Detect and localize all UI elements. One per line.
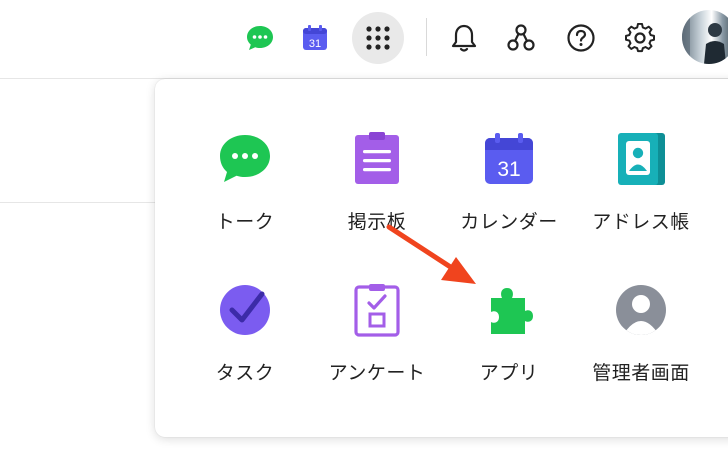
task-icon xyxy=(217,282,273,338)
app-label-board: 掲示板 xyxy=(347,211,407,233)
app-tile-calendar[interactable]: 31 カレンダー xyxy=(444,131,574,251)
talk-icon[interactable] xyxy=(243,21,277,55)
talk-icon xyxy=(217,131,273,187)
apps-menu-panel: トーク 掲示板 31 カレンダー アドレス帳 タスク アンケート アプリ 管理者… xyxy=(155,79,728,437)
apps-menu-button[interactable] xyxy=(352,12,404,64)
app-tile-address-book[interactable]: アドレス帳 xyxy=(576,131,706,251)
app-label-task: タスク xyxy=(215,362,275,384)
calendar-day: 31 xyxy=(497,158,520,181)
bell-icon[interactable] xyxy=(447,21,481,55)
calendar-icon[interactable]: 31 xyxy=(298,21,332,55)
app-tile-talk[interactable]: トーク xyxy=(180,131,310,251)
puzzle-icon xyxy=(481,282,537,338)
app-tile-board[interactable]: 掲示板 xyxy=(312,131,442,251)
topbar-divider xyxy=(426,18,427,56)
app-tile-survey[interactable]: アンケート xyxy=(312,282,442,402)
app-tile-admin[interactable]: 管理者画面 xyxy=(576,282,706,402)
admin-icon xyxy=(613,282,669,338)
top-bar: 31 xyxy=(0,0,728,78)
help-icon[interactable] xyxy=(564,21,598,55)
org-chart-icon[interactable] xyxy=(504,21,538,55)
app-tile-task[interactable]: タスク xyxy=(180,282,310,402)
board-icon xyxy=(349,131,405,187)
app-label-calendar: カレンダー xyxy=(460,211,558,233)
app-label-survey: アンケート xyxy=(328,362,426,384)
gear-icon[interactable] xyxy=(623,21,657,55)
calendar-day: 31 xyxy=(309,38,321,50)
app-label-address-book: アドレス帳 xyxy=(592,211,690,233)
apps-grid-icon xyxy=(366,26,390,50)
address-book-icon xyxy=(613,131,669,187)
app-label-talk: トーク xyxy=(215,211,275,233)
survey-icon xyxy=(349,282,405,338)
app-label-admin: 管理者画面 xyxy=(592,362,690,384)
calendar-icon: 31 xyxy=(481,131,537,187)
background-divider xyxy=(0,202,160,203)
app-tile-apps[interactable]: アプリ xyxy=(444,282,574,402)
app-label-apps: アプリ xyxy=(479,362,539,384)
avatar[interactable] xyxy=(682,10,728,64)
